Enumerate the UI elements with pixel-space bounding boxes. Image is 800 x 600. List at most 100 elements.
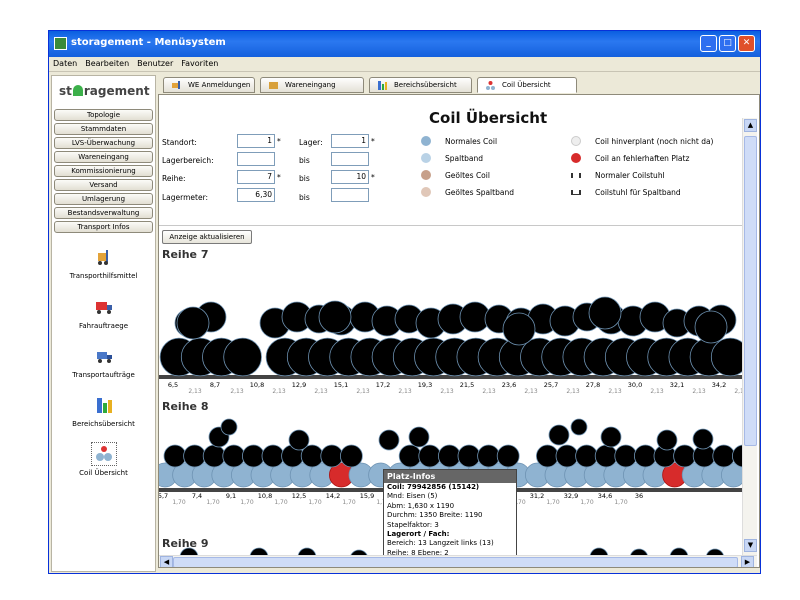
sidebar-topologie-button[interactable]: Topologie [54, 109, 153, 121]
scroll-down-icon[interactable]: ▼ [744, 539, 757, 552]
minimize-button[interactable]: _ [700, 35, 717, 52]
coil[interactable] [669, 547, 689, 555]
coil[interactable] [600, 426, 622, 448]
menu-benutzer[interactable]: Benutzer [133, 57, 177, 71]
row-meter-label: 5,7 [159, 492, 168, 500]
row-meter-label: 34,6 [598, 492, 612, 500]
coil[interactable] [575, 444, 599, 468]
sidebar-transport-infos-button[interactable]: Transport Infos [54, 221, 153, 233]
scroll-up-icon[interactable]: ▲ [744, 119, 757, 132]
close-button[interactable]: ✕ [738, 35, 755, 52]
coil[interactable] [656, 429, 678, 451]
row-meter-label: 17,2 [376, 381, 390, 389]
coil[interactable] [398, 444, 422, 468]
coil[interactable] [692, 428, 714, 450]
coil[interactable] [163, 444, 187, 468]
tab-we-anmeldungen[interactable]: WE Anmeldungen [163, 77, 255, 93]
vertical-scroll-thumb[interactable] [744, 136, 757, 446]
bar-chart-icon [378, 81, 387, 90]
coil[interactable] [378, 429, 400, 451]
coil[interactable] [437, 444, 461, 468]
sidebar-bestandsverwaltung-button[interactable]: Bestandsverwaltung [54, 207, 153, 219]
coil[interactable] [457, 444, 481, 468]
coil[interactable] [179, 547, 199, 555]
row-width-label: 2,13 [398, 388, 412, 395]
forklift-icon [172, 81, 180, 89]
title-bar: storagement - Menüsystem _ □ ✕ [49, 31, 760, 57]
bar-chart-icon [96, 398, 112, 413]
coil[interactable] [588, 296, 622, 330]
coil[interactable] [712, 444, 736, 468]
sidebar-wareneingang-button[interactable]: Wareneingang [54, 151, 153, 163]
coil-overview-icon [486, 81, 495, 90]
coil[interactable] [594, 444, 618, 468]
row-meter-label: 15,1 [334, 381, 348, 389]
coil[interactable] [288, 429, 310, 451]
tab-bereichsuebersicht[interactable]: Bereichsübersicht [369, 77, 472, 93]
coil[interactable] [614, 444, 638, 468]
sidebar-item-transporthilfsmittel[interactable]: Transporthilfsmittel [52, 248, 155, 280]
tooltip-line: Abm: 1,630 x 1190 [387, 501, 455, 510]
coil[interactable] [570, 418, 588, 436]
scroll-right-icon[interactable]: ▶ [741, 556, 754, 567]
menu-bearbeiten[interactable]: Bearbeiten [81, 57, 133, 71]
menu-favoriten[interactable]: Favoriten [177, 57, 222, 71]
coil[interactable] [220, 418, 238, 436]
row-meter-label: 10,8 [250, 381, 264, 389]
coil[interactable] [222, 444, 246, 468]
sidebar-lvs-button[interactable]: LVS-Überwachung [54, 137, 153, 149]
coil[interactable] [673, 444, 696, 468]
sidebar-item-transportauftraege[interactable]: Transportaufträge [52, 347, 155, 379]
coil[interactable] [418, 444, 442, 468]
coil[interactable] [320, 444, 344, 468]
row-meter-label: 23,6 [502, 381, 516, 389]
sidebar-stammdaten-button[interactable]: Stammdaten [54, 123, 153, 135]
sidebar-item-bereichsuebersicht[interactable]: Bereichsübersicht [52, 396, 155, 428]
vertical-scrollbar[interactable]: ▲ ▼ [742, 118, 757, 555]
tab-wareneingang[interactable]: Wareneingang [260, 77, 364, 93]
scroll-left-icon[interactable]: ◀ [160, 556, 173, 567]
row-meter-label: 7,4 [192, 492, 202, 500]
horizontal-scroll-thumb[interactable] [173, 557, 738, 567]
coil[interactable] [223, 337, 262, 377]
sidebar-item-coil-uebersicht[interactable]: Coil Übersicht [52, 442, 155, 477]
sidebar-kommissionierung-button[interactable]: Kommissionierung [54, 165, 153, 177]
coil[interactable] [496, 444, 520, 468]
row-meter-label: 12,5 [292, 492, 306, 500]
row-meter-label: 34,2 [712, 381, 726, 389]
coil[interactable] [339, 444, 363, 468]
coil[interactable] [318, 300, 352, 334]
coil[interactable] [183, 444, 206, 468]
coil[interactable] [502, 312, 536, 346]
coil[interactable] [535, 444, 559, 468]
coil[interactable] [633, 444, 657, 468]
menu-bar: Daten Bearbeiten Benutzer Favoriten [49, 57, 760, 72]
row-width-label: 2,13 [230, 388, 244, 395]
sidebar-versand-button[interactable]: Versand [54, 179, 153, 191]
tooltip-header: Platz-Infos [384, 470, 516, 483]
sidebar-item-fahrauftraege[interactable]: Fahrauftraege [52, 298, 155, 330]
coil[interactable] [555, 444, 579, 468]
sidebar-umlagerung-button[interactable]: Umlagerung [54, 193, 153, 205]
coil[interactable] [477, 444, 501, 468]
coil[interactable] [589, 547, 609, 555]
coil[interactable] [176, 306, 210, 340]
row-meter-label: 9,1 [226, 492, 236, 500]
tab-coil-uebersicht[interactable]: Coil Übersicht [477, 77, 577, 93]
coil[interactable] [297, 547, 317, 555]
sidebar: st ragement Topologie Stammdaten LVS-Über… [51, 75, 156, 572]
coil[interactable] [408, 426, 430, 448]
horizontal-scrollbar[interactable]: ◀ ▶ [159, 555, 757, 567]
coil[interactable] [202, 444, 226, 468]
tooltip-line: Bereich: 13 Langzeit links (13) [387, 539, 494, 548]
menu-daten[interactable]: Daten [49, 57, 81, 71]
row-meter-label: 19,3 [418, 381, 432, 389]
coil[interactable] [261, 444, 285, 468]
coil[interactable] [548, 424, 570, 446]
coil[interactable] [694, 310, 728, 344]
maximize-button[interactable]: □ [719, 35, 736, 52]
coil[interactable] [249, 547, 269, 555]
tooltip-line: Lagerort / Fach: [387, 530, 450, 539]
row-meter-label: 15,9 [360, 492, 374, 500]
coil[interactable] [242, 444, 265, 468]
